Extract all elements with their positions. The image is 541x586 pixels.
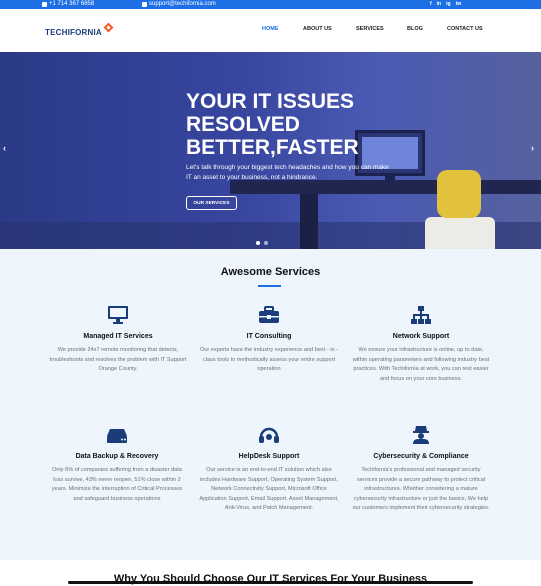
site-logo[interactable]: TECHIFORNIA <box>45 21 114 43</box>
service-description: Our experts have the industry experience… <box>199 347 339 372</box>
monitor-icon <box>48 305 188 325</box>
slider-prev-arrow-icon[interactable]: ‹ <box>3 143 6 153</box>
email-address[interactable]: support@techifornia.com <box>149 1 216 7</box>
service-card-it-consulting[interactable]: IT Consulting Our experts have the indus… <box>199 305 339 375</box>
services-title: Awesome Services <box>220 266 321 278</box>
slider-dot-2[interactable] <box>264 241 268 245</box>
headset-icon <box>199 425 339 445</box>
phone-icon <box>42 1 47 7</box>
top-bar: +1 714 367 6858 support@techifornia.com … <box>0 0 541 9</box>
logo-text: TECHIFORNIA <box>45 27 102 37</box>
email-contact[interactable]: support@techifornia.com <box>142 1 216 7</box>
service-description: We ensure your infrastructure is online,… <box>352 347 490 382</box>
phone-contact[interactable]: +1 714 367 6858 <box>42 1 94 7</box>
nav-about-us[interactable]: ABOUT US <box>303 26 332 32</box>
hero-title-line-2: RESOLVED <box>186 113 300 136</box>
hero-figure-head <box>437 170 481 218</box>
service-title: HelpDesk Support <box>238 453 300 460</box>
spy-icon <box>351 425 491 445</box>
slider-dots <box>256 241 268 245</box>
service-title: Cybersecurity & Compliance <box>373 453 469 460</box>
nav-home[interactable]: HOME <box>262 26 279 32</box>
hero-title-line-3: BETTER,FASTER <box>186 136 359 159</box>
service-card-data-backup[interactable]: Data Backup & Recovery Only 6% of compan… <box>47 425 187 504</box>
service-title: Data Backup & Recovery <box>75 453 159 460</box>
service-description: Techifornia's professional and managed s… <box>352 467 490 511</box>
social-links: f in ig tw <box>430 1 461 7</box>
hero-figure-body <box>425 217 495 249</box>
why-choose-title: Why You Should Choose Our IT Services Fo… <box>113 573 428 585</box>
service-card-network-support[interactable]: Network Support We ensure your infrastru… <box>351 305 491 384</box>
service-card-cybersecurity[interactable]: Cybersecurity & Compliance Techifornia's… <box>351 425 491 514</box>
site-header: TECHIFORNIA HOME ABOUT US SERVICES BLOG … <box>0 9 541 52</box>
slider-dot-1[interactable] <box>256 241 260 245</box>
hard-drive-icon <box>47 425 187 445</box>
service-description: We provide 24x7 remote monitoring that d… <box>49 347 187 372</box>
hero-title: YOUR IT ISSUES RESOLVED BETTER,FASTER <box>186 90 446 159</box>
service-title: Managed IT Services <box>83 333 153 340</box>
linkedin-icon[interactable]: in <box>437 1 441 7</box>
instagram-icon[interactable]: ig <box>446 1 450 7</box>
hero-title-line-1: YOUR IT ISSUES <box>186 90 355 113</box>
logo-mark-icon <box>103 23 114 33</box>
service-title: Network Support <box>392 333 450 340</box>
slider-next-arrow-icon[interactable]: › <box>531 143 534 153</box>
network-icon <box>351 305 491 325</box>
phone-number[interactable]: +1 714 367 6858 <box>49 1 94 7</box>
nav-contact-us[interactable]: CONTACT US <box>447 26 483 32</box>
briefcase-icon <box>199 305 339 325</box>
service-card-managed-it[interactable]: Managed IT Services We provide 24x7 remo… <box>48 305 188 375</box>
nav-blog[interactable]: BLOG <box>407 26 423 32</box>
services-title-underline <box>258 285 281 287</box>
our-services-button[interactable]: OUR SERVICES <box>186 196 237 210</box>
envelope-icon <box>142 1 147 7</box>
service-card-helpdesk[interactable]: HelpDesk Support Our service is an end-t… <box>199 425 339 514</box>
hero-desk-illustration <box>230 180 541 194</box>
service-description: Our service is an end-to-end IT solution… <box>199 467 339 511</box>
nav-services[interactable]: SERVICES <box>356 26 384 32</box>
service-title: IT Consulting <box>246 333 292 340</box>
hero-desk-leg <box>300 194 318 249</box>
hero-subtitle: Let's talk through your biggest tech hea… <box>186 164 389 181</box>
facebook-icon[interactable]: f <box>430 1 432 7</box>
service-description: Only 6% of companies suffering from a di… <box>51 467 183 502</box>
twitter-icon[interactable]: tw <box>456 1 462 7</box>
